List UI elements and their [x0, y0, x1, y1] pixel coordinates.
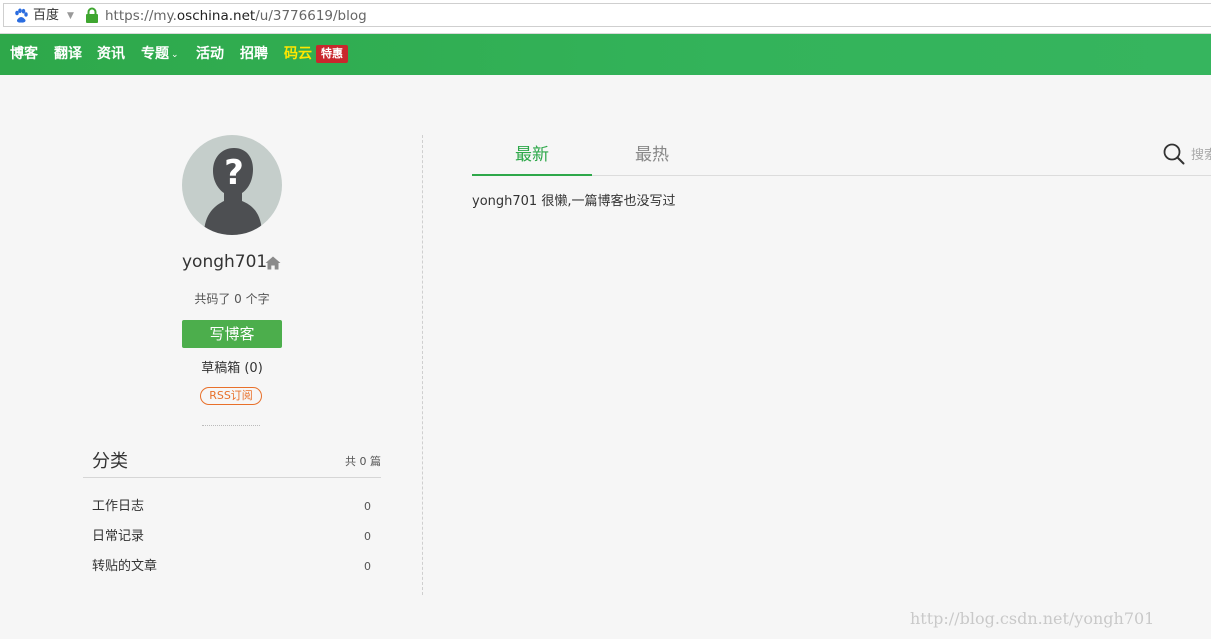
category-count: 0	[364, 530, 371, 543]
url-scheme: https://my.	[105, 8, 177, 24]
search-engine-name[interactable]: 百度	[33, 8, 59, 24]
category-count: 0	[364, 560, 371, 573]
browser-address-bar: 百度 ▼ https://my.oschina.net/u/3776619/bl…	[0, 0, 1211, 34]
tab-hot[interactable]: 最热	[592, 143, 712, 167]
rss-subscribe-button[interactable]: RSS订阅	[200, 387, 262, 405]
nav-item-jobs[interactable]: 招聘	[240, 45, 268, 64]
search-icon[interactable]	[1163, 143, 1185, 165]
url-path: /u/3776619/blog	[255, 8, 367, 24]
category-item-daily-notes[interactable]: 日常记录 0	[92, 527, 371, 547]
lock-icon	[86, 7, 98, 23]
category-item-reposts[interactable]: 转贴的文章 0	[92, 557, 371, 577]
site-nav: 博客 翻译 资讯 专题 ⌄ 活动 招聘 码云 特惠	[0, 34, 1211, 75]
baidu-paw-icon[interactable]	[13, 8, 29, 24]
tab-latest[interactable]: 最新	[472, 143, 592, 167]
nav-item-translate[interactable]: 翻译	[54, 45, 82, 64]
empty-blog-message: yongh701 很懒,一篇博客也没写过	[472, 194, 676, 209]
category-count: 0	[364, 500, 371, 513]
tab-bar-line	[592, 175, 1211, 176]
category-total: 共 0 篇	[345, 455, 381, 468]
divider	[202, 425, 260, 426]
category-item-work-log[interactable]: 工作日志 0	[92, 497, 371, 517]
category-name: 日常记录	[92, 529, 145, 544]
drafts-link[interactable]: 草稿箱 (0)	[182, 360, 282, 378]
vertical-divider	[422, 135, 423, 595]
nav-item-topics[interactable]: 专题 ⌄	[141, 45, 179, 65]
url-domain: oschina.net	[176, 8, 256, 24]
category-heading: 分类	[92, 451, 128, 472]
search-engine-dropdown-icon[interactable]: ▼	[67, 9, 74, 23]
category-name: 工作日志	[92, 499, 145, 514]
search-input[interactable]: 搜索	[1191, 147, 1211, 164]
chevron-down-icon: ⌄	[171, 50, 179, 60]
word-count: 共码了 0 个字	[194, 292, 270, 306]
avatar[interactable]: ?	[182, 135, 282, 235]
nav-item-blog[interactable]: 博客	[10, 45, 38, 64]
nav-item-news[interactable]: 资讯	[97, 45, 125, 64]
nav-item-events[interactable]: 活动	[196, 45, 224, 64]
url-box[interactable]: 百度 ▼ https://my.oschina.net/u/3776619/bl…	[3, 3, 1211, 27]
nav-item-gitee[interactable]: 码云	[284, 45, 312, 64]
divider	[83, 477, 381, 478]
category-name: 转贴的文章	[92, 559, 158, 574]
home-icon[interactable]	[265, 256, 281, 270]
nav-item-topics-label: 专题	[141, 46, 169, 62]
url-text[interactable]: https://my.oschina.net/u/3776619/blog	[105, 7, 367, 25]
write-blog-button[interactable]: 写博客	[182, 320, 282, 348]
watermark: http://blog.csdn.net/yongh701	[910, 609, 1155, 628]
promo-badge[interactable]: 特惠	[316, 45, 348, 63]
username[interactable]: yongh701	[182, 251, 267, 273]
active-tab-indicator	[472, 174, 592, 176]
svg-text:?: ?	[224, 153, 244, 193]
